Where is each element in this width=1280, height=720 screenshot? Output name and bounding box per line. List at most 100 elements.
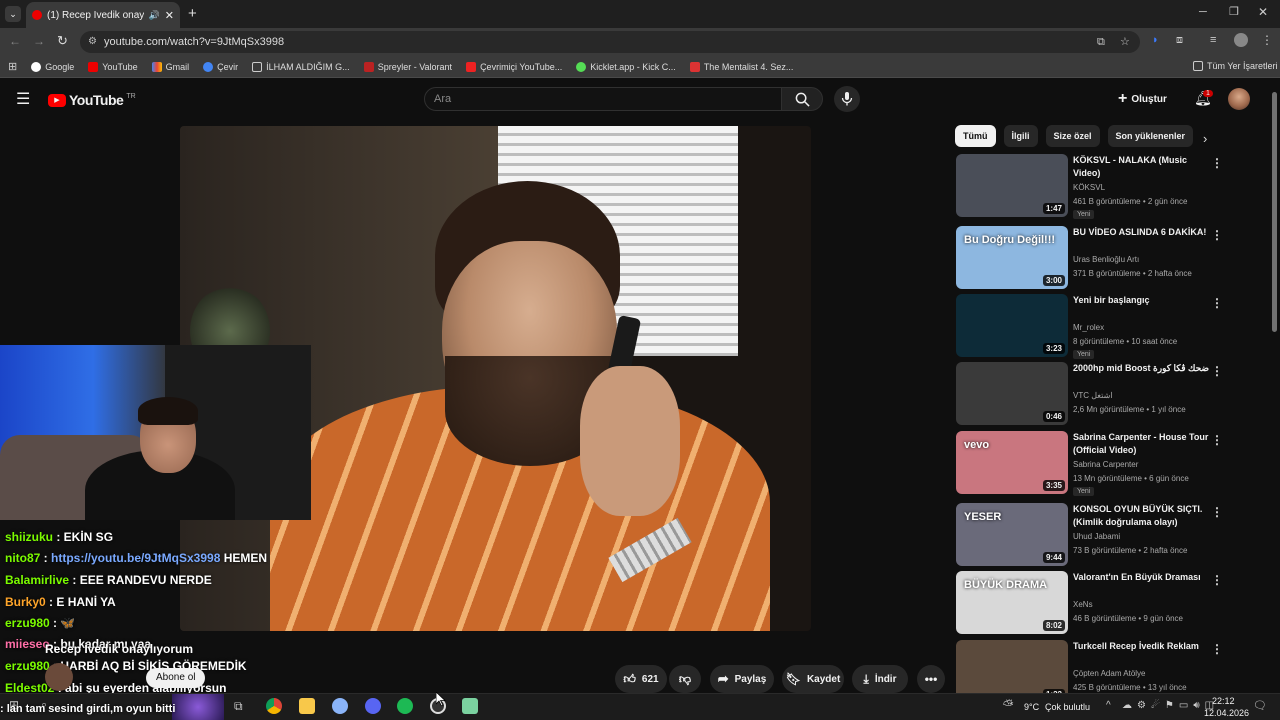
bookmark-gmail[interactable]: Gmail <box>151 61 189 72</box>
extension-icon[interactable]: ◗ <box>1152 34 1159 46</box>
restore-icon[interactable]: ❐ <box>1229 5 1239 18</box>
recommendation-item[interactable]: BÜYÜK DRAMA 8:02 Valorant'ın En Büyük Dram… <box>956 571 1256 635</box>
channel-name[interactable]: XeNs <box>1073 600 1093 609</box>
recommendation-title[interactable]: Sabrina Carpenter - House Tour (Official… <box>1073 431 1213 457</box>
bookmark-folder[interactable]: İLHAM ALDIĞIM G... <box>252 61 350 72</box>
avatar[interactable] <box>1228 88 1250 110</box>
chrome-icon[interactable] <box>266 698 282 714</box>
recommendation-title[interactable]: Turkcell Recep İvedik Reklam <box>1073 640 1213 653</box>
hamburger-menu-icon[interactable]: ☰ <box>16 89 30 109</box>
recommendation-title[interactable]: KONSOL OYUN BÜYÜK SIÇTI. (Kimlik doğrula… <box>1073 503 1213 529</box>
bookmark-valorant[interactable]: Spreyler - Valorant <box>363 61 452 72</box>
chip-related[interactable]: İlgili <box>1003 125 1038 147</box>
more-actions-button[interactable]: ••• <box>917 665 945 693</box>
video-thumbnail[interactable]: Bu Doğru Değil!!! 3:00 <box>956 226 1068 289</box>
page-scrollbar[interactable] <box>1272 92 1277 332</box>
channel-name[interactable]: Uras Benlioğlu Artı <box>1073 255 1139 264</box>
back-icon[interactable]: ← <box>9 34 21 48</box>
video-thumbnail[interactable]: BÜYÜK DRAMA 8:02 <box>956 571 1068 634</box>
channel-name[interactable]: VTC اشتغل <box>1073 391 1113 400</box>
channel-avatar[interactable] <box>45 663 73 691</box>
bookmark-translate[interactable]: Çevir <box>203 61 238 72</box>
app-icon[interactable] <box>332 698 348 714</box>
video-thumbnail[interactable]: 0:46 <box>956 362 1068 425</box>
recommendation-item[interactable]: vevo 3:35 Sabrina Carpenter - House Tour (… <box>956 431 1256 496</box>
extensions-puzzle-icon[interactable]: ⧈ <box>1176 34 1183 47</box>
media-control-icon[interactable]: ≡ <box>1210 34 1216 46</box>
install-app-icon[interactable]: ⧉ <box>1097 31 1105 53</box>
bookmark-online-youtube[interactable]: Çevrimiçi YouTube... <box>466 61 562 72</box>
chip-recent[interactable]: Son yüklenenler <box>1107 125 1194 147</box>
channel-name[interactable]: Uhud Jabami <box>1073 532 1120 541</box>
clock-time[interactable]: 22:12 <box>1212 696 1235 706</box>
recommendation-item[interactable]: 0:46 2000hp mid Boost ضحك ڤكا كورة VTC اشت… <box>956 362 1256 426</box>
recommendation-title[interactable]: BU VİDEO ASLINDA 6 DAKİKA! <box>1073 226 1213 239</box>
minimize-icon[interactable]: ─ <box>1199 6 1207 18</box>
more-vertical-icon[interactable]: ⋮ <box>1211 505 1223 519</box>
task-view-icon[interactable]: ⧉ <box>234 699 243 714</box>
new-tab-icon[interactable]: + <box>188 5 197 22</box>
apps-grid-icon[interactable]: ⊞ <box>8 60 17 73</box>
more-vertical-icon[interactable]: ⋮ <box>1211 364 1223 378</box>
close-window-icon[interactable]: ✕ <box>1258 5 1268 19</box>
browser-tab[interactable]: (1) Recep İvedik onaylıyoru 🔊 ✕ <box>26 2 180 28</box>
subscribe-button[interactable]: Abone ol <box>146 668 206 688</box>
speaker-icon[interactable]: 🔊 <box>149 10 160 21</box>
chat-link[interactable]: https://youtu.be/9JtMqSx3998 <box>51 551 220 565</box>
more-vertical-icon[interactable]: ⋮ <box>1211 433 1223 447</box>
create-button[interactable]: + Oluştur <box>1118 90 1167 108</box>
bookmark-kicklet[interactable]: Kicklet.app - Kick C... <box>576 61 676 72</box>
file-explorer-icon[interactable] <box>299 698 315 714</box>
more-vertical-icon[interactable]: ⋮ <box>1211 642 1223 656</box>
reload-icon[interactable]: ↻ <box>57 33 68 49</box>
game-icon[interactable] <box>462 698 478 714</box>
search-input[interactable]: Ara <box>424 87 782 111</box>
more-vertical-icon[interactable]: ⋮ <box>1211 573 1223 587</box>
channel-name[interactable]: Mr_rolex <box>1073 323 1104 332</box>
all-bookmarks[interactable]: Tüm Yer İşaretleri <box>1193 61 1278 71</box>
chips-next-chevron-icon[interactable]: › <box>1203 131 1207 146</box>
clock-date[interactable]: 12.04.2026 <box>1204 708 1249 718</box>
chip-for-you[interactable]: Size özel <box>1045 125 1100 147</box>
share-button[interactable]: ➦ Paylaş <box>710 665 774 693</box>
video-thumbnail[interactable]: YESER 9:44 <box>956 503 1068 566</box>
close-tab-icon[interactable]: ✕ <box>165 9 174 22</box>
weather-icon[interactable]: ⛅︎ <box>1003 697 1013 713</box>
more-vertical-icon[interactable]: ⋮ <box>1211 228 1223 242</box>
download-button[interactable]: ⤓ İndir <box>852 665 908 693</box>
channel-name[interactable]: Çöpten Adam Atölye <box>1073 669 1146 678</box>
channel-name[interactable]: Sabrina Carpenter <box>1073 460 1138 469</box>
recommendation-item[interactable]: 3:23 Yeni bir başlangıç Mr_rolex 8 görüntül… <box>956 294 1256 359</box>
bookmark-mentalist[interactable]: The Mentalist 4. Sez... <box>689 61 793 72</box>
video-thumbnail[interactable]: 3:23 <box>956 294 1068 357</box>
like-button[interactable]: 👍︎ 621 <box>615 665 667 693</box>
search-button[interactable] <box>781 87 823 111</box>
youtube-logo[interactable]: ▶ YouTube TR <box>48 92 136 108</box>
save-button[interactable]: 🔖︎ Kaydet <box>782 665 844 693</box>
forward-icon[interactable]: → <box>33 34 45 48</box>
bookmark-youtube[interactable]: YouTube <box>88 61 138 72</box>
tray-chevron-icon[interactable]: ^ <box>1106 700 1111 711</box>
recommendation-title[interactable]: 2000hp mid Boost ضحك ڤكا كورة <box>1073 362 1213 375</box>
video-thumbnail[interactable]: 1:47 <box>956 154 1068 217</box>
profile-icon[interactable] <box>1234 33 1248 47</box>
recommendation-title[interactable]: Valorant'ın En Büyük Draması <box>1073 571 1213 584</box>
tab-search-icon[interactable]: ⌄ <box>5 6 21 22</box>
recommendation-item[interactable]: Bu Doğru Değil!!! 3:00 BU VİDEO ASLINDA 6 … <box>956 226 1256 290</box>
bookmark-star-icon[interactable]: ☆ <box>1120 31 1130 53</box>
notification-center-icon[interactable]: 🗨︎ <box>1253 699 1267 712</box>
url-bar[interactable]: ⚙ youtube.com/watch?v=9JtMqSx3998 ⧉ ☆ <box>80 31 1140 53</box>
recommendation-title[interactable]: Yeni bir başlangıç <box>1073 294 1213 307</box>
discord-icon[interactable] <box>365 698 381 714</box>
dislike-button[interactable]: 👎︎ <box>669 665 701 693</box>
site-info-icon[interactable]: ⚙ <box>88 31 97 53</box>
browser-menu-icon[interactable]: ⋮ <box>1261 33 1273 47</box>
spotify-icon[interactable] <box>397 698 413 714</box>
bookmark-google[interactable]: Google <box>31 61 74 72</box>
video-thumbnail[interactable]: vevo 3:35 <box>956 431 1068 494</box>
voice-search-button[interactable] <box>834 86 860 112</box>
channel-name[interactable]: KÖKSVL <box>1073 183 1105 192</box>
more-vertical-icon[interactable]: ⋮ <box>1211 156 1223 170</box>
recommendation-item[interactable]: YESER 9:44 KONSOL OYUN BÜYÜK SIÇTI. (Kimli… <box>956 503 1256 567</box>
recommendation-item[interactable]: 1:47 KÖKSVL - NALAKA (Music Video) KÖKSVL 4… <box>956 154 1256 219</box>
